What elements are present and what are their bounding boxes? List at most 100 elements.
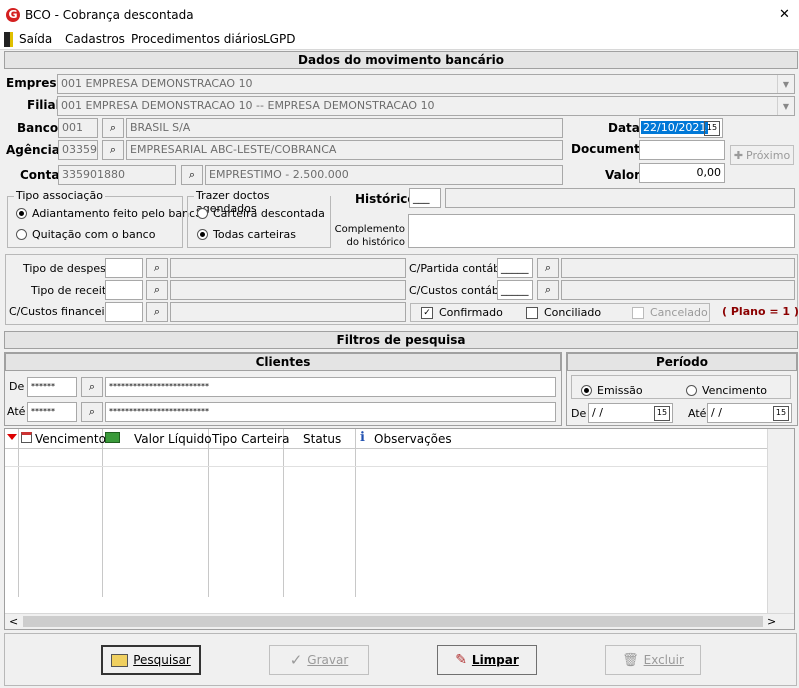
results-grid[interactable]: Vencimento Valor Líquido Tipo Carteira S… <box>4 428 795 630</box>
trash-icon: 🗑 <box>622 652 639 668</box>
ccustos-desc <box>561 280 795 300</box>
grid-first-row[interactable] <box>5 448 767 467</box>
checkmark-icon: ✓ <box>289 651 303 669</box>
cc-financeiro-field[interactable] <box>105 302 143 322</box>
tipo-despesa-label: Tipo de despesa <box>23 262 113 275</box>
agencia-code-field[interactable]: 03359 <box>58 140 98 160</box>
binoculars-icon[interactable]: ⌕ <box>102 140 124 160</box>
printer-search-icon <box>111 653 129 667</box>
conta-code-field[interactable]: 335901880 <box>58 165 176 185</box>
scroll-thumb[interactable] <box>23 616 763 627</box>
periodo-ate-field[interactable]: / / 15 <box>707 403 792 423</box>
section-movimento: Dados do movimento bancário <box>4 51 798 69</box>
cancelado-checkbox[interactable]: Cancelado <box>632 306 708 319</box>
tipo-despesa-desc <box>170 258 406 278</box>
sort-arrow-icon[interactable] <box>7 434 17 440</box>
binoculars-icon[interactable]: ⌕ <box>102 118 124 138</box>
menu-saida[interactable]: Saída <box>19 32 52 46</box>
radio-selected-icon <box>197 229 208 240</box>
close-button[interactable]: ✕ <box>779 7 790 22</box>
binoculars-icon[interactable]: ⌕ <box>146 302 168 322</box>
clientes-ate-code[interactable]: ****** <box>27 402 77 422</box>
binoculars-icon[interactable]: ⌕ <box>81 402 103 422</box>
clientes-ate-label: Até <box>7 405 26 418</box>
section-filtros: Filtros de pesquisa <box>4 331 798 349</box>
binoculars-icon[interactable]: ⌕ <box>81 377 103 397</box>
clientes-de-name[interactable]: ************************* <box>105 377 556 397</box>
banco-code-field[interactable]: 001 <box>58 118 98 138</box>
confirmado-checkbox[interactable]: ✓ Confirmado <box>421 306 503 319</box>
checkbox-icon <box>632 306 644 319</box>
valor-label: Valor <box>605 168 641 182</box>
historico-code-field[interactable]: ___ <box>409 188 441 208</box>
radio-carteira-label: Carteira descontada <box>213 207 325 220</box>
radio-vencimento[interactable]: Vencimento <box>686 384 767 397</box>
filial-value: 001 EMPRESA DEMONSTRACAO 10 -- EMPRESA D… <box>61 99 435 112</box>
data-value: 22/10/2021 <box>641 121 709 134</box>
complemento-field[interactable] <box>408 214 795 248</box>
radio-quitacao[interactable]: Quitação com o banco <box>16 228 155 241</box>
tipo-receita-field[interactable] <box>105 280 143 300</box>
radio-adiantamento[interactable]: Adiantamento feito pelo banco <box>16 207 202 220</box>
valor-field[interactable]: 0,00 <box>639 163 725 183</box>
data-field[interactable]: 22/10/2021 15 <box>639 118 723 138</box>
binoculars-icon[interactable]: ⌕ <box>146 280 168 300</box>
radio-icon <box>197 208 208 219</box>
limpar-button[interactable]: ✎ Limpar <box>437 645 537 675</box>
grid-vscroll[interactable] <box>767 429 794 613</box>
proximo-button[interactable]: ✚ Próximo <box>730 145 794 165</box>
menu-cadastros[interactable]: Cadastros <box>65 32 125 46</box>
calendar-icon[interactable]: 15 <box>704 121 720 136</box>
col-vencimento[interactable]: Vencimento <box>35 432 106 446</box>
radio-todas-carteiras[interactable]: Todas carteiras <box>197 228 296 241</box>
binoculars-icon[interactable]: ⌕ <box>181 165 203 185</box>
excluir-button[interactable]: 🗑 Excluir <box>605 645 701 675</box>
emissao-label: Emissão <box>597 384 643 397</box>
chevron-down-icon: ▼ <box>777 75 794 93</box>
cpartida-field[interactable]: _____ <box>497 258 533 278</box>
binoculars-icon[interactable]: ⌕ <box>537 280 559 300</box>
periodo-de-label: De <box>571 407 587 420</box>
calendar-icon[interactable]: 15 <box>773 406 789 421</box>
calendar-icon[interactable]: 15 <box>654 406 670 421</box>
cc-financeiro-desc <box>170 302 406 322</box>
clientes-ate-name[interactable]: ************************* <box>105 402 556 422</box>
menu-lgpd[interactable]: LGPD <box>263 32 295 46</box>
clientes-de-code[interactable]: ****** <box>27 377 77 397</box>
banco-label: Banco <box>17 121 59 135</box>
periodo-de-field[interactable]: / / 15 <box>588 403 673 423</box>
pesquisar-button[interactable]: Pesquisar <box>101 645 201 675</box>
empresa-select[interactable]: 001 EMPRESA DEMONSTRACAO 10 ▼ <box>57 74 795 94</box>
binoculars-icon[interactable]: ⌕ <box>537 258 559 278</box>
radio-adiantamento-label: Adiantamento feito pelo banco <box>32 207 202 220</box>
periodo-ate-value: / / <box>711 406 722 419</box>
binoculars-icon[interactable]: ⌕ <box>146 258 168 278</box>
menu-procedimentos[interactable]: Procedimentos diários <box>131 32 264 46</box>
grid-hscroll[interactable]: < > <box>5 613 794 629</box>
filial-select[interactable]: 001 EMPRESA DEMONSTRACAO 10 -- EMPRESA D… <box>57 96 795 116</box>
radio-carteira-descontada[interactable]: Carteira descontada <box>197 207 325 220</box>
conciliado-checkbox[interactable]: Conciliado <box>526 306 601 319</box>
col-valor-liquido[interactable]: Valor Líquido <box>134 432 212 446</box>
scroll-right-icon[interactable]: > <box>767 615 776 628</box>
col-tipo-carteira[interactable]: Tipo Carteira <box>212 432 289 446</box>
periodo-ate-label: Até <box>688 407 707 420</box>
agencia-label: Agência <box>6 143 60 157</box>
complemento-label: Complemento do histórico <box>334 224 405 248</box>
conta-label: Conta <box>20 168 60 182</box>
ccustos-field[interactable]: _____ <box>497 280 533 300</box>
broom-icon: ✎ <box>455 652 467 668</box>
scroll-left-icon[interactable]: < <box>9 615 18 628</box>
col-status[interactable]: Status <box>303 432 341 446</box>
radio-selected-icon <box>16 208 27 219</box>
pesquisar-label: Pesquisar <box>133 653 191 667</box>
col-observacoes[interactable]: Observações <box>374 432 452 446</box>
documento-field[interactable] <box>639 140 725 160</box>
cpartida-label: C/Partida contábil <box>409 262 507 275</box>
tipo-despesa-field[interactable] <box>105 258 143 278</box>
gravar-button[interactable]: ✓ Gravar <box>269 645 369 675</box>
radio-emissao[interactable]: Emissão <box>581 384 643 397</box>
historico-desc-field <box>445 188 795 208</box>
documento-label: Documento <box>571 142 649 156</box>
info-icon: ℹ <box>360 430 365 445</box>
